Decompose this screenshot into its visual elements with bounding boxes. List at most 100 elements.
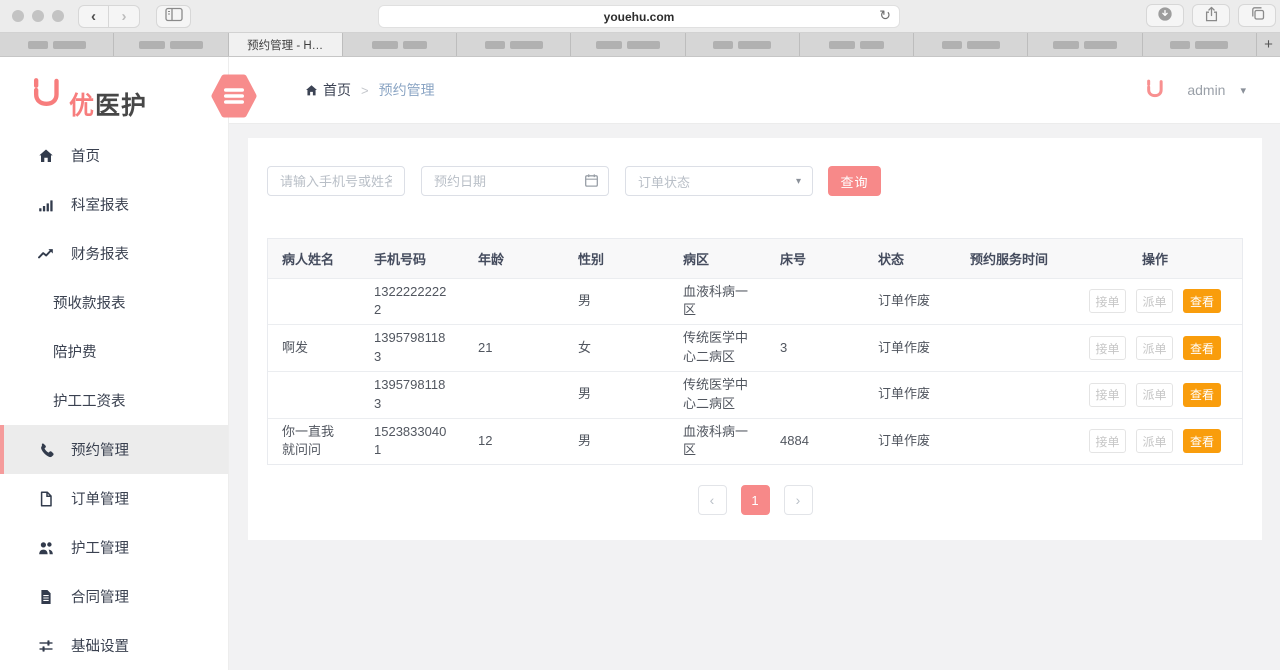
table-cell: 4884 xyxy=(766,418,864,464)
table-cell xyxy=(766,371,864,418)
browser-tab[interactable] xyxy=(0,33,114,56)
view-order-button[interactable]: 查看 xyxy=(1183,336,1221,360)
column-header: 床号 xyxy=(766,239,864,278)
minimize-window-button[interactable] xyxy=(32,10,44,22)
keyword-input[interactable] xyxy=(267,166,405,196)
phone-icon xyxy=(38,441,55,458)
sidebar-item-order[interactable]: 订单管理 xyxy=(0,474,228,523)
browser-tab[interactable] xyxy=(114,33,228,56)
appointments-table: 病人姓名手机号码年龄性别病区床号状态预约服务时间操作 13222222222男血… xyxy=(267,238,1243,465)
accept-order-button[interactable]: 接单 xyxy=(1089,336,1126,360)
search-button[interactable]: 查询 xyxy=(828,166,881,196)
table-cell: 男 xyxy=(564,371,669,418)
browser-tab[interactable] xyxy=(686,33,800,56)
sidebar-item-home[interactable]: 首页 xyxy=(0,131,228,180)
caret-down-icon: ▾ xyxy=(796,176,801,187)
sidebar-item-precollect-report[interactable]: 预收款报表 xyxy=(0,278,228,327)
dispatch-order-button[interactable]: 派单 xyxy=(1136,429,1173,453)
logo-text: 优医护 xyxy=(69,94,147,119)
hamburger-icon xyxy=(224,88,244,104)
new-tab-button[interactable]: + xyxy=(1257,33,1280,56)
downloads-button[interactable] xyxy=(1146,4,1184,27)
next-page-button[interactable]: › xyxy=(784,485,813,515)
sidebar-item-contract[interactable]: 合同管理 xyxy=(0,572,228,621)
tab-overview-button[interactable] xyxy=(1238,4,1276,27)
sidebar-item-label: 预收款报表 xyxy=(53,292,126,313)
redacted-tab-title xyxy=(967,41,1000,49)
sidebar-item-dept-report[interactable]: 科室报表 xyxy=(0,180,228,229)
close-window-button[interactable] xyxy=(12,10,24,22)
browser-tab[interactable] xyxy=(343,33,457,56)
table-cell: 传统医学中心二病区 xyxy=(669,325,766,372)
breadcrumb-home[interactable]: 首页 xyxy=(305,80,351,100)
sidebar-item-finance-report[interactable]: 财务报表 xyxy=(0,229,228,278)
sidebar-item-worker-salary[interactable]: 护工工资表 xyxy=(0,376,228,425)
download-icon xyxy=(1157,6,1173,26)
table-cell: 13957981183 xyxy=(360,325,464,372)
user-menu[interactable]: admin ▾ xyxy=(1145,79,1246,102)
zoom-window-button[interactable] xyxy=(52,10,64,22)
browser-tab[interactable] xyxy=(1143,33,1257,56)
prev-page-button[interactable]: ‹ xyxy=(698,485,727,515)
chevron-left-icon: ‹ xyxy=(710,492,715,508)
dispatch-order-button[interactable]: 派单 xyxy=(1136,289,1173,313)
view-order-button[interactable]: 查看 xyxy=(1183,383,1221,407)
sliders-icon xyxy=(38,637,55,654)
sidebar-item-worker[interactable]: 护工管理 xyxy=(0,523,228,572)
table-cell: 血液科病一区 xyxy=(669,278,766,325)
date-input[interactable] xyxy=(421,166,609,196)
dispatch-order-button[interactable]: 派单 xyxy=(1136,336,1173,360)
browser-window: ‹ › youehu.com ↻ xyxy=(0,0,1280,670)
table-cell: 13222222222 xyxy=(360,278,464,325)
sidebar-item-label: 科室报表 xyxy=(71,194,129,215)
browser-tab[interactable] xyxy=(1028,33,1142,56)
window-controls xyxy=(12,10,64,22)
redacted-tab-title xyxy=(53,41,86,49)
menu-toggle-button[interactable] xyxy=(210,72,258,120)
address-bar[interactable]: youehu.com ↻ xyxy=(378,5,900,28)
view-order-button[interactable]: 查看 xyxy=(1183,289,1221,313)
sidebar-item-label: 订单管理 xyxy=(71,488,129,509)
sidebar-item-escort-fee[interactable]: 陪护费 xyxy=(0,327,228,376)
sidebar-item-label: 护工管理 xyxy=(71,537,129,558)
content-area: 订单状态 ▾ 查询 病人姓名手机号码年龄性别病区床号状态预约 xyxy=(229,124,1280,670)
sidebar-item-appointment[interactable]: 预约管理 xyxy=(0,425,228,474)
accept-order-button[interactable]: 接单 xyxy=(1089,429,1126,453)
table-cell: 3 xyxy=(766,325,864,372)
redacted-tab-title xyxy=(596,41,622,49)
column-header: 病区 xyxy=(669,239,766,278)
table-cell: 传统医学中心二病区 xyxy=(669,371,766,418)
column-header: 手机号码 xyxy=(360,239,464,278)
back-button[interactable]: ‹ xyxy=(78,5,109,28)
order-status-select[interactable]: 订单状态 ▾ xyxy=(625,166,813,196)
forward-button[interactable]: › xyxy=(109,5,140,28)
table-cell: 21 xyxy=(464,325,564,372)
dispatch-order-button[interactable]: 派单 xyxy=(1136,383,1173,407)
browser-tab-active[interactable]: 预约管理 - H… xyxy=(229,33,343,56)
actions-cell: 接单派单查看 xyxy=(1068,371,1242,418)
table-cell xyxy=(268,278,360,325)
redacted-tab-title xyxy=(485,41,505,49)
contract-icon xyxy=(38,588,55,605)
home-icon xyxy=(38,147,55,164)
browser-tab[interactable] xyxy=(457,33,571,56)
share-button[interactable] xyxy=(1192,4,1230,27)
logo-u-icon xyxy=(30,77,63,119)
sidebar-toggle-button[interactable] xyxy=(156,5,191,28)
browser-tab[interactable] xyxy=(800,33,914,56)
url-text: youehu.com xyxy=(604,10,675,24)
view-order-button[interactable]: 查看 xyxy=(1183,429,1221,453)
appointment-card: 订单状态 ▾ 查询 病人姓名手机号码年龄性别病区床号状态预约 xyxy=(248,138,1262,540)
sidebar-item-label: 陪护费 xyxy=(53,341,97,362)
accept-order-button[interactable]: 接单 xyxy=(1089,383,1126,407)
browser-tab[interactable] xyxy=(571,33,685,56)
order-status-placeholder: 订单状态 xyxy=(638,172,690,191)
page-button-1[interactable]: 1 xyxy=(741,485,770,515)
redacted-tab-title xyxy=(860,41,884,49)
browser-tab[interactable] xyxy=(914,33,1028,56)
accept-order-button[interactable]: 接单 xyxy=(1089,289,1126,313)
reload-icon[interactable]: ↻ xyxy=(879,7,891,24)
sidebar-item-settings[interactable]: 基础设置 xyxy=(0,621,228,670)
redacted-tab-title xyxy=(942,41,962,49)
column-header: 状态 xyxy=(864,239,956,278)
